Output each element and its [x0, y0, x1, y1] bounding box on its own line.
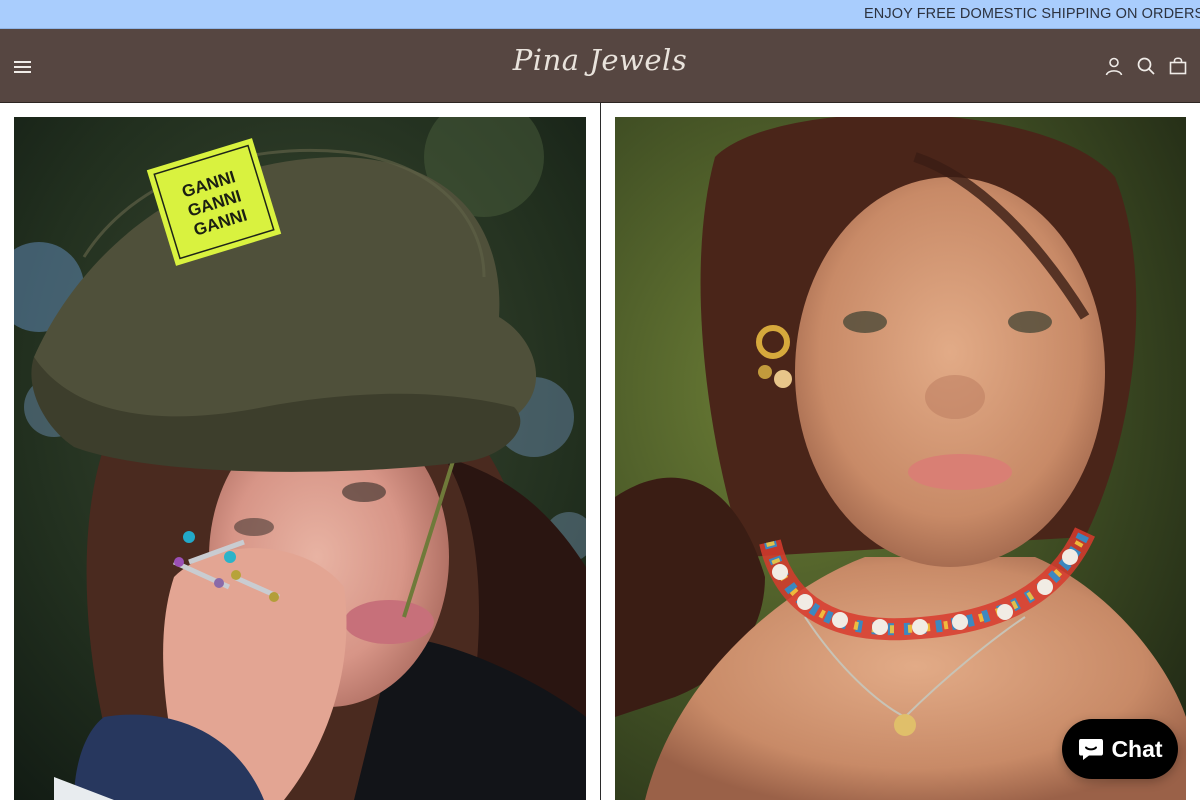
hero-grid: GANNI GANNI GANNI: [0, 103, 1200, 800]
announcement-bar: ENJOY FREE DOMESTIC SHIPPING ON ORDERS O: [0, 0, 1200, 29]
bag-icon[interactable]: [1168, 56, 1188, 76]
account-icon[interactable]: [1104, 56, 1124, 76]
hero-image-right[interactable]: [615, 117, 1186, 800]
chat-label: Chat: [1111, 735, 1163, 762]
column-divider: [600, 103, 601, 800]
hero-image-left[interactable]: GANNI GANNI GANNI: [14, 117, 586, 800]
site-logo[interactable]: Pina Jewels: [0, 43, 1200, 77]
chat-bubble-icon: [1077, 736, 1105, 762]
announcement-text: ENJOY FREE DOMESTIC SHIPPING ON ORDERS O: [864, 6, 1200, 22]
chat-button[interactable]: Chat: [1062, 719, 1178, 779]
search-icon[interactable]: [1136, 56, 1156, 76]
site-header: Pina Jewels: [0, 29, 1200, 103]
